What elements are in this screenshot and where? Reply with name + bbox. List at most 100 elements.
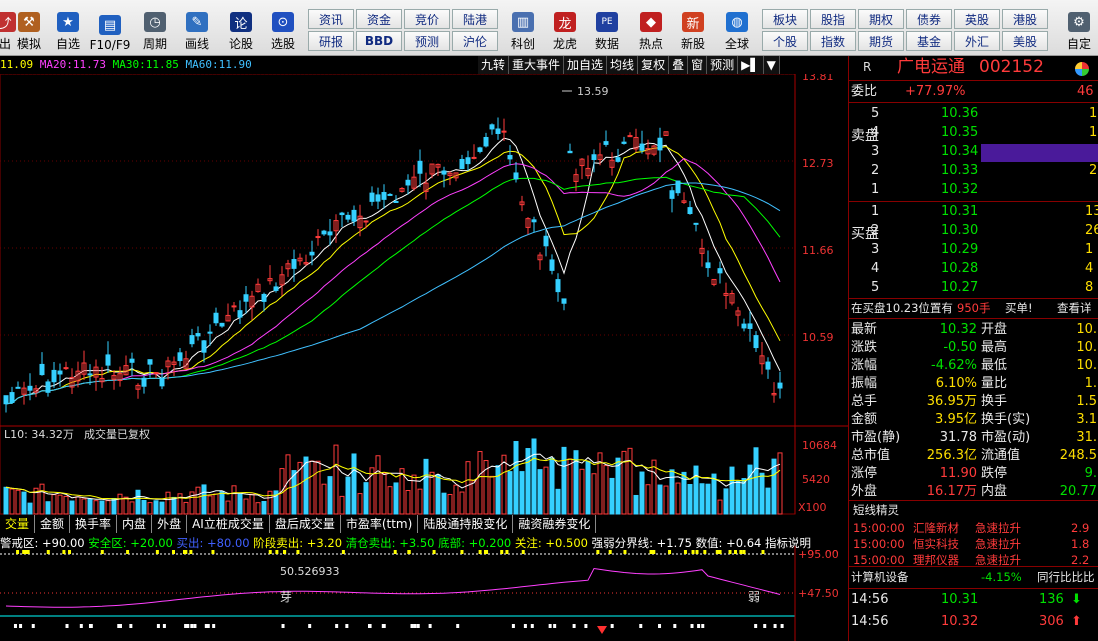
stat-row[interactable]: 涨幅 -4.62% 最低 10. [849, 356, 1098, 375]
sell-level-row[interactable]: 5 10.36 1 [849, 104, 1098, 123]
indicator-mark [206, 624, 210, 628]
auction-button[interactable]: 竞价 [404, 9, 450, 29]
global-button[interactable]: ◍ 全球 [720, 6, 754, 52]
short-elf-row[interactable]: 15:00:00 理邦仪器 急速拉升 2.2 [849, 552, 1098, 568]
tab-outer[interactable]: 外盘 [152, 515, 188, 533]
stat-row[interactable]: 涨跌 -0.50 最高 10. [849, 338, 1098, 357]
sell-level-row[interactable]: 1 10.32 [849, 180, 1098, 199]
hot-button[interactable]: ◆ 热点 [634, 6, 668, 52]
hk-stocks-button[interactable]: 港股 [1002, 9, 1048, 29]
volume-bar [615, 457, 621, 515]
indicator-explain-link[interactable]: 指标说明 [765, 536, 811, 550]
candle-body [141, 377, 147, 387]
sell-level-row[interactable]: 3 10.34 [849, 142, 1098, 161]
stock-index-button[interactable]: 股指 [810, 9, 856, 29]
pin-button[interactable]: ▶▌ [738, 56, 764, 74]
stat-row[interactable]: 最新 10.32 开盘 10. [849, 320, 1098, 339]
kechuang-button[interactable]: ▥ 科创 [506, 6, 540, 52]
tab-hk-holding[interactable]: 陆股通持股变化 [418, 515, 514, 533]
tab-margin[interactable]: 融资融券变化 [513, 515, 597, 533]
clear-sell: 清仓卖出: +3.50 [345, 536, 435, 550]
new-stock-button[interactable]: 新 新股 [676, 6, 710, 52]
sector-row[interactable]: 计算机设备 -4.15% 同行比比比 [849, 568, 1098, 587]
adjust-button[interactable]: 复权 [638, 56, 670, 74]
fund-button[interactable]: 基金 [906, 31, 952, 51]
more-dropdown-button[interactable]: ▼ [763, 56, 780, 74]
stat-row[interactable]: 涨停 11.90 跌停 9. [849, 464, 1098, 483]
forex-button[interactable]: 外汇 [954, 31, 1000, 51]
indicator-axis-label: +47.50 [798, 587, 839, 600]
funds-button[interactable]: 资金 [356, 9, 402, 29]
volume-bar [759, 472, 765, 515]
research-button[interactable]: 研报 [308, 31, 354, 51]
stat-row[interactable]: 总市值 256.3亿 流通值 248.5 [849, 446, 1098, 465]
watchlist-button[interactable]: ★ 自选 [52, 6, 84, 52]
overlay-button[interactable]: 叠 [669, 56, 689, 74]
dragon-tiger-button[interactable]: 龙 龙虎 [548, 6, 582, 52]
sell-level-row[interactable]: 2 10.33 2 [849, 161, 1098, 180]
buy-level-row[interactable]: 3 10.29 1 [849, 240, 1098, 259]
us-stocks-button[interactable]: 美股 [1002, 31, 1048, 51]
single-stock-button[interactable]: 个股 [762, 31, 808, 51]
data-button[interactable]: PE 数据 [590, 6, 624, 52]
short-value: 2.2 [1071, 553, 1090, 567]
short-elf-row[interactable]: 15:00:00 汇隆新材 急速拉升 2.9 [849, 520, 1098, 536]
ma-button[interactable]: 均线 [607, 56, 639, 74]
candle-body [393, 200, 399, 203]
tick-row[interactable]: 14:56 10.32 306 ⬆ [849, 612, 1098, 631]
uk-stocks-button[interactable]: 英股 [954, 9, 1000, 29]
candle-body [405, 179, 411, 186]
stat-row[interactable]: 总手 36.95万 换手 1.5 [849, 392, 1098, 411]
indicator-chart[interactable]: +95.00 +47.50 50.526933 芽 弱 [0, 546, 848, 641]
forecast-tool-button[interactable]: 预测 [707, 56, 739, 74]
buy-level-row[interactable]: 5 10.27 8 [849, 278, 1098, 297]
volume-axis-label: 10684 [802, 439, 837, 452]
buy-level-row[interactable]: 2 10.30 26 [849, 221, 1098, 240]
period-button[interactable]: ◷ 周期 [138, 6, 172, 52]
draw-line-button[interactable]: ✎ 画线 [180, 6, 214, 52]
buy-level-row[interactable]: 1 10.31 13 [849, 202, 1098, 221]
shanghai-london-button[interactable]: 沪伦 [452, 31, 498, 51]
tab-turnover[interactable]: 换手率 [70, 515, 118, 533]
candle-body [381, 192, 387, 200]
window-button[interactable]: 窗 [688, 56, 708, 74]
forum-button[interactable]: 论 论股 [224, 6, 258, 52]
short-elf-row[interactable]: 15:00:00 恒实科技 急速拉升 1.8 [849, 536, 1098, 552]
sector-button[interactable]: 板块 [762, 9, 808, 29]
sell-level-row[interactable]: 4 10.35 1 [849, 123, 1098, 142]
indicator-mark [79, 624, 83, 628]
tab-after-hours[interactable]: 盘后成交量 [270, 515, 341, 533]
stat-row[interactable]: 振幅 6.10% 量比 1. [849, 374, 1098, 393]
forecast-button[interactable]: 预测 [404, 31, 450, 51]
tab-volume[interactable]: 交量 [0, 515, 36, 533]
news-button[interactable]: 资讯 [308, 9, 354, 29]
futures-button[interactable]: 期货 [858, 31, 904, 51]
stock-picker-button[interactable]: ⊙ 选股 [266, 6, 300, 52]
stat-row[interactable]: 金额 3.95亿 换手(实) 3.1 [849, 410, 1098, 429]
stat-label: 市盈(动) [981, 430, 1031, 445]
nine-turn-button[interactable]: 九转 [478, 56, 510, 74]
tab-amount[interactable]: 金额 [35, 515, 71, 533]
bbd-button[interactable]: BBD [356, 31, 402, 51]
add-watchlist-button[interactable]: 加自选 [564, 56, 608, 74]
buy-level-row[interactable]: 4 10.28 4 [849, 259, 1098, 278]
tab-ai-volume[interactable]: AI立桩成交量 [187, 515, 270, 533]
candle-body [615, 157, 621, 162]
index-button[interactable]: 指数 [810, 31, 856, 51]
stat-row[interactable]: 市盈(静) 31.78 市盈(动) 31. [849, 428, 1098, 447]
stat-row[interactable]: 外盘 16.17万 内盘 20.77 [849, 482, 1098, 501]
color-wheel-icon[interactable] [1075, 62, 1089, 76]
tab-inner[interactable]: 内盘 [117, 515, 153, 533]
tick-row[interactable]: 14:56 10.31 136 ⬇ [849, 590, 1098, 609]
bonds-button[interactable]: 债券 [906, 9, 952, 29]
hk-connect-button[interactable]: 陆港 [452, 9, 498, 29]
f10-button[interactable]: ▤ F10/F9 [88, 6, 132, 52]
simulate-button[interactable]: ⚒ 模拟 [14, 6, 44, 52]
tab-pe-ttm[interactable]: 市盈率(ttm) [341, 515, 419, 533]
kline-chart[interactable]: 13.81 12.73 11.66 10.59 13.59 L10: 34.32… [0, 74, 848, 554]
major-events-button[interactable]: 重大事件 [509, 56, 565, 74]
options-button[interactable]: 期权 [858, 9, 904, 29]
candle-body [747, 323, 753, 329]
notice-row[interactable]: 在买盘10.23位置有 950手 买单! 查看详 [849, 299, 1098, 318]
custom-button[interactable]: ⚙ 自定 [1060, 6, 1098, 52]
